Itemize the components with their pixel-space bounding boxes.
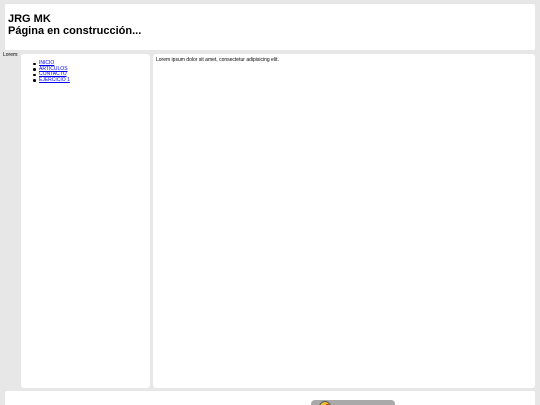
sidebar-nav: INICIO ARTÍCULOS CONTACTO EJERCICIO 1 <box>21 54 150 388</box>
nav-list: INICIO ARTÍCULOS CONTACTO EJERCICIO 1 <box>33 60 70 84</box>
outer-label: Lorem: <box>3 52 19 58</box>
site-title: JRG MK <box>8 13 51 25</box>
nav-link-ejercicio-1[interactable]: EJERCICIO 1 <box>39 77 70 83</box>
footer <box>5 391 535 405</box>
bullet-icon <box>33 68 36 71</box>
bullet-icon <box>33 73 36 76</box>
site-subtitle: Página en construcción... <box>8 25 142 37</box>
bullet-icon <box>33 79 36 82</box>
mascot-icon <box>319 401 331 405</box>
content-text: Lorem ipsum dolor sit amet, consectetur … <box>156 57 279 63</box>
main-content: Lorem ipsum dolor sit amet, consectetur … <box>153 54 535 388</box>
header: JRG MK Página en construcción... <box>5 4 535 50</box>
footer-badge[interactable] <box>311 400 395 405</box>
page: JRG MK Página en construcción... Lorem: … <box>0 0 540 405</box>
bullet-icon <box>33 62 36 65</box>
nav-item-ejercicio-1: EJERCICIO 1 <box>33 77 70 84</box>
